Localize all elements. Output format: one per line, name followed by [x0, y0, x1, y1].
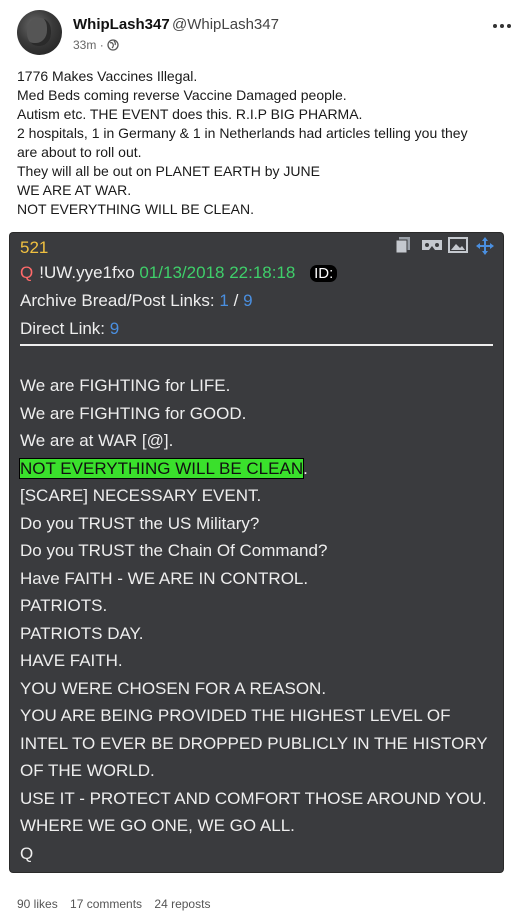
divider: [20, 344, 493, 346]
post-meta: 33m ·: [73, 38, 119, 54]
likes-count[interactable]: 90 likes: [17, 897, 58, 911]
reposts-count[interactable]: 24 reposts: [154, 897, 210, 911]
drop-line: HAVE FAITH.: [20, 651, 123, 670]
q-marker: Q: [20, 263, 34, 282]
image-icon[interactable]: [448, 236, 468, 254]
drop-header: Q !UW.yye1fxo 01/13/2018 22:18:18 ID:: [20, 263, 338, 283]
post-text-line: NOT EVERYTHING WILL BE CLEAN.: [17, 201, 255, 217]
drop-line: We are FIGHTING for LIFE.: [20, 376, 231, 395]
more-options-icon[interactable]: [490, 12, 514, 36]
drop-line: WHERE WE GO ONE, WE GO ALL.: [20, 816, 295, 835]
qdrop-image[interactable]: 521 Q !UW.yye1fxo 01/13/2018 22:18:18 ID:…: [10, 233, 503, 872]
archive-link-1[interactable]: 1: [219, 291, 228, 310]
post-text-line: They will all be out on PLANET EARTH by …: [17, 163, 320, 179]
post-text-line: are about to roll out.: [17, 144, 142, 160]
drop-line: USE IT - PROTECT AND COMFORT THOSE AROUN…: [20, 788, 487, 808]
vr-icon[interactable]: [421, 236, 442, 254]
post-text-line: 1776 Makes Vaccines Illegal.: [17, 68, 198, 84]
drop-body: We are FIGHTING for LIFE. We are FIGHTIN…: [18, 372, 498, 867]
drop-signature: Q: [20, 843, 34, 863]
separator-dot: ·: [99, 38, 108, 52]
highlight-suffix: .: [303, 458, 308, 478]
archive-links: Archive Bread/Post Links: 1 / 9: [20, 291, 253, 311]
direct-link-row: Direct Link: 9: [20, 319, 119, 339]
direct-link-label: Direct Link:: [20, 319, 106, 338]
post-stats: 90 likes 17 comments 24 reposts: [17, 897, 219, 911]
drop-line: INTEL TO EVER BE DROPPED PUBLICLY IN THE…: [20, 733, 488, 753]
drop-datetime: 01/13/2018 22:18:18: [139, 263, 296, 282]
post-header: WhipLash347 @WhipLash347 33m ·: [0, 0, 519, 62]
post-text: 1776 Makes Vaccines Illegal. Med Beds co…: [17, 67, 512, 219]
drop-line: Do you TRUST the US Military?: [20, 513, 260, 533]
drop-line: Have FAITH - WE ARE IN CONTROL.: [20, 568, 309, 588]
author-handle[interactable]: @WhipLash347: [172, 16, 279, 33]
archive-link-2[interactable]: 9: [243, 291, 252, 310]
drop-toolbar: [394, 236, 495, 255]
post-text-line: 2 hospitals, 1 in Germany & 1 in Netherl…: [17, 125, 468, 141]
drop-line: YOU ARE BEING PROVIDED THE HIGHEST LEVEL…: [20, 706, 451, 725]
highlighted-text: NOT EVERYTHING WILL BE CLEAN: [18, 457, 305, 479]
author-name[interactable]: WhipLash347: [73, 16, 170, 33]
move-icon[interactable]: [475, 236, 495, 255]
post-text-line: Autism etc. THE EVENT does this. R.I.P B…: [17, 106, 363, 122]
post-text-line: Med Beds coming reverse Vaccine Damaged …: [17, 87, 347, 103]
direct-link[interactable]: 9: [110, 319, 119, 338]
post-text-line: WE ARE AT WAR.: [17, 182, 132, 198]
copy-icon[interactable]: [394, 236, 414, 254]
comments-count[interactable]: 17 comments: [70, 897, 142, 911]
drop-line: PATRIOTS.: [20, 596, 108, 615]
drop-line: PATRIOTS DAY.: [20, 623, 144, 643]
id-badge: ID:: [310, 265, 338, 282]
drop-line: We are FIGHTING for GOOD.: [20, 403, 247, 423]
globe-icon: [107, 39, 119, 54]
avatar[interactable]: [17, 10, 62, 55]
archive-label: Archive Bread/Post Links:: [20, 291, 215, 310]
post-time: 33m: [73, 38, 97, 52]
drop-line: OF THE WORLD.: [20, 761, 155, 780]
tripcode: !UW.yye1fxo: [39, 263, 135, 282]
drop-line: YOU WERE CHOSEN FOR A REASON.: [20, 678, 327, 698]
drop-number: 521: [20, 238, 49, 257]
archive-separator: /: [233, 291, 239, 310]
drop-line: [SCARE] NECESSARY EVENT.: [20, 486, 262, 505]
drop-line: Do you TRUST the Chain Of Command?: [20, 541, 328, 560]
drop-line-highlighted: NOT EVERYTHING WILL BE CLEAN.: [18, 455, 498, 483]
drop-line: We are at WAR [@].: [20, 431, 174, 450]
